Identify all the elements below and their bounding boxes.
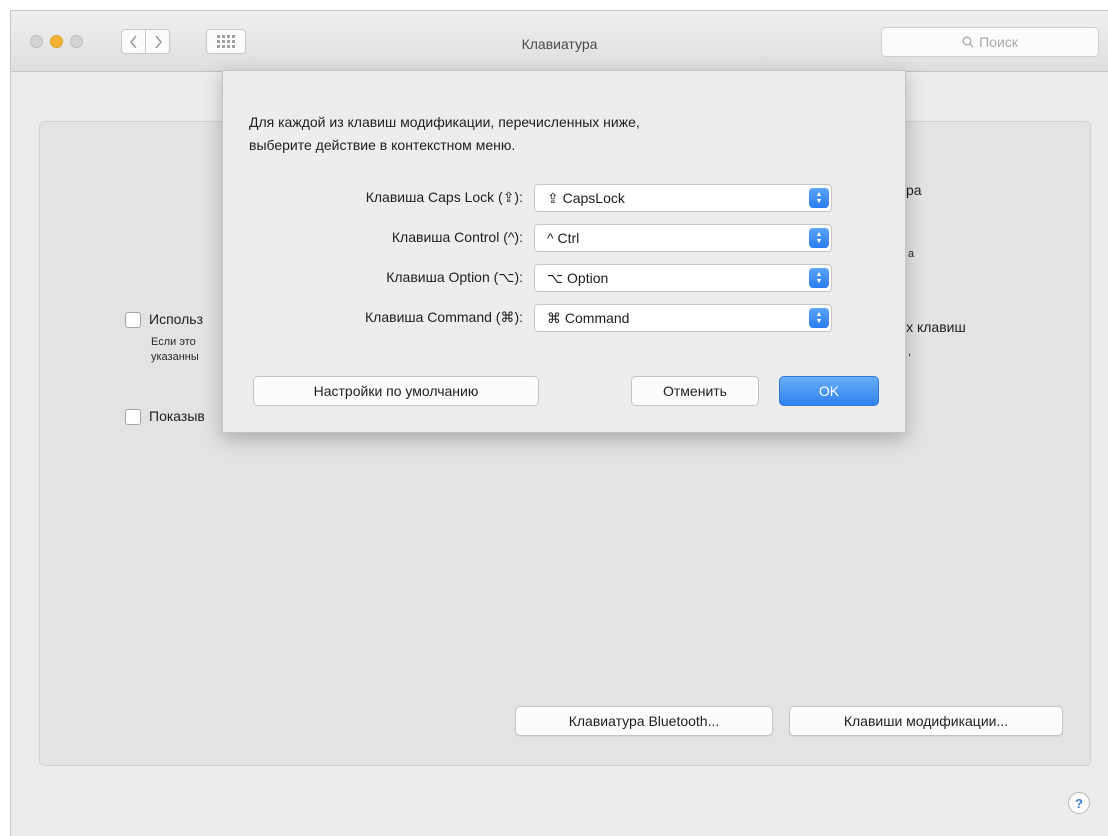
use-function-keys-desc-1: Если это	[151, 336, 196, 348]
option-label: Клавиша Option (⌥):	[386, 269, 523, 285]
chevron-updown-icon: ▲ ▼	[809, 188, 829, 208]
search-placeholder: Поиск	[979, 34, 1018, 50]
title-bar: Клавиатура Поиск	[11, 11, 1108, 72]
cancel-button[interactable]: Отменить	[631, 376, 759, 406]
help-button[interactable]: ?	[1068, 792, 1090, 814]
show-keyboard-viewers-checkbox[interactable]	[125, 409, 141, 425]
command-value: ⌘ Command	[547, 309, 630, 326]
use-function-keys-desc-2: указанны	[151, 351, 199, 363]
chevron-updown-icon: ▲ ▼	[809, 308, 829, 328]
command-popup[interactable]: ⌘ Command ▲ ▼	[534, 304, 832, 332]
background-text-fragment: ых клавиш	[896, 319, 966, 335]
command-label: Клавиша Command (⌘):	[365, 309, 523, 325]
caps-lock-popup[interactable]: ⇪ CapsLock ▲ ▼	[534, 184, 832, 212]
instruction-line: выберите действие в контекстном меню.	[249, 137, 516, 153]
search-field[interactable]: Поиск	[881, 27, 1099, 57]
background-text-fragment: а	[908, 248, 915, 260]
option-popup[interactable]: ⌥ Option ▲ ▼	[534, 264, 832, 292]
modifier-keys-button[interactable]: Клавиши модификации...	[789, 706, 1063, 736]
modifier-keys-sheet: Для каждой из клавиш модификации, перечи…	[222, 70, 906, 433]
sheet-instructions: Для каждой из клавиш модификации, перечи…	[249, 111, 869, 157]
use-function-keys-label: Использ	[149, 311, 204, 327]
caps-lock-label: Клавиша Caps Lock (⇪):	[365, 189, 523, 205]
search-icon	[962, 36, 974, 48]
chevron-updown-icon: ▲ ▼	[809, 228, 829, 248]
ok-button[interactable]: OK	[779, 376, 879, 406]
control-value: ^ Ctrl	[547, 230, 580, 246]
caps-lock-value: ⇪ CapsLock	[547, 189, 625, 206]
background-text-fragment: ,	[908, 346, 912, 358]
restore-defaults-button[interactable]: Настройки по умолчанию	[253, 376, 539, 406]
chevron-updown-icon: ▲ ▼	[809, 268, 829, 288]
show-keyboard-viewers-label: Показыв	[149, 408, 205, 424]
control-popup[interactable]: ^ Ctrl ▲ ▼	[534, 224, 832, 252]
control-label: Клавиша Control (^):	[391, 229, 523, 245]
bluetooth-keyboard-button[interactable]: Клавиатура Bluetooth...	[515, 706, 773, 736]
background-text-fragment: ра	[906, 182, 922, 198]
instruction-line: Для каждой из клавиш модификации, перечи…	[249, 114, 640, 130]
use-function-keys-checkbox[interactable]	[125, 312, 141, 328]
option-value: ⌥ Option	[547, 269, 609, 286]
